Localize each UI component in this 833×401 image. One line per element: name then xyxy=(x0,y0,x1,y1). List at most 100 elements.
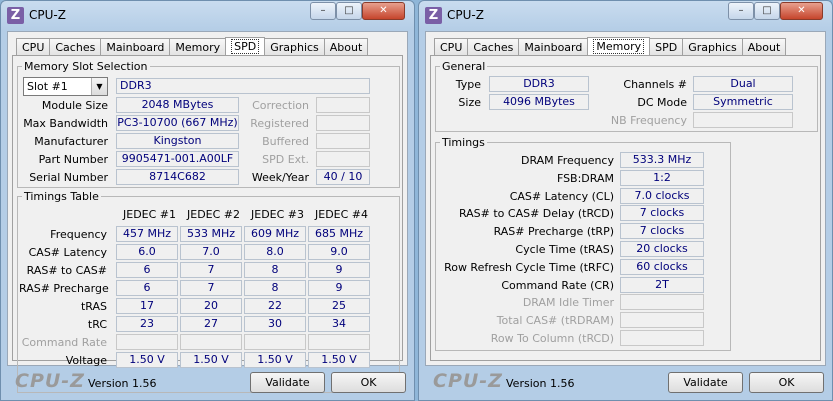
channels-value: Dual xyxy=(693,76,793,92)
timing-cell: 457 MHz xyxy=(116,226,178,242)
group-legend: General xyxy=(442,60,486,73)
timing-cell: 34 xyxy=(308,316,370,332)
tab-strip: CPU Caches Mainboard Memory SPD Graphics About xyxy=(434,37,787,56)
memory-type-value: DDR3 xyxy=(116,78,370,94)
window-title: CPU-Z xyxy=(29,8,66,22)
serial-number-value: 8714C682 xyxy=(116,169,239,185)
group-legend: Memory Slot Selection xyxy=(24,60,148,73)
ok-button[interactable]: OK xyxy=(749,372,824,393)
timing-cell: 20 xyxy=(180,298,242,314)
tab-memory[interactable]: Memory xyxy=(169,38,227,55)
group-legend: Timings Table xyxy=(24,190,99,203)
timing-cell: 25 xyxy=(308,298,370,314)
tab-spd[interactable]: SPD xyxy=(649,38,684,55)
timing-value: 533.3 MHz xyxy=(620,152,704,168)
timing-cell: 9 xyxy=(308,262,370,278)
timing-value: 60 clocks xyxy=(620,258,704,275)
timing-value: 7 clocks xyxy=(620,223,704,240)
tab-about[interactable]: About xyxy=(323,38,369,55)
chevron-down-icon[interactable]: ▼ xyxy=(91,78,107,95)
timing-cell: 7 xyxy=(180,262,242,278)
timing-value: 7.0 clocks xyxy=(620,187,704,204)
version-label: Version 1.56 xyxy=(88,377,157,390)
title-bar[interactable]: Z CPU-Z – □ ✕ xyxy=(419,1,832,31)
nb-frequency-label: NB Frequency xyxy=(610,114,687,127)
timing-value: 2T xyxy=(620,276,704,293)
type-value: DDR3 xyxy=(489,76,589,92)
timing-label: RAS# Precharge (tRP) xyxy=(493,225,614,239)
tab-graphics[interactable]: Graphics xyxy=(264,38,325,55)
title-bar[interactable]: Z CPU-Z – □ ✕ xyxy=(1,1,414,31)
jedec-column-header: JEDEC #2 xyxy=(187,208,241,221)
tab-label: CPU xyxy=(440,41,463,54)
timing-label: Row To Column (tRCD) xyxy=(490,332,614,345)
timing-row-label: Frequency xyxy=(50,228,107,241)
timing-value xyxy=(620,312,704,329)
timing-value xyxy=(620,330,704,346)
timing-label: RAS# to CAS# Delay (tRCD) xyxy=(458,207,614,221)
size-value: 4096 MBytes xyxy=(489,94,589,110)
validate-button[interactable]: Validate xyxy=(668,372,743,393)
tab-graphics[interactable]: Graphics xyxy=(682,38,743,55)
timing-cell: 22 xyxy=(244,298,306,314)
tab-spd[interactable]: SPD xyxy=(225,37,266,55)
maximize-button[interactable]: □ xyxy=(336,2,362,20)
week-year-value: 40 / 10 xyxy=(316,169,370,185)
timing-cell: 609 MHz xyxy=(244,226,306,242)
nb-frequency-value xyxy=(693,112,793,128)
jedec-column-header: JEDEC #3 xyxy=(251,208,305,221)
tab-cpu[interactable]: CPU xyxy=(434,38,469,55)
tab-cpu[interactable]: CPU xyxy=(16,38,51,55)
tab-memory[interactable]: Memory xyxy=(587,37,651,55)
maximize-button[interactable]: □ xyxy=(754,2,780,20)
timing-cell: 7 xyxy=(180,280,242,296)
timing-value: 7 clocks xyxy=(620,205,704,222)
timing-cell: 8.0 xyxy=(244,244,306,260)
minimize-button[interactable]: – xyxy=(728,2,754,20)
correction-label: Correction xyxy=(252,99,309,112)
spd-ext-label: SPD Ext. xyxy=(262,153,309,166)
timing-row-label: tRAS xyxy=(80,300,107,313)
tab-label: Graphics xyxy=(270,41,319,54)
tab-label: About xyxy=(747,41,781,54)
registered-label: Registered xyxy=(250,117,309,130)
slot-select[interactable]: Slot #1 ▼ xyxy=(23,77,108,96)
tab-mainboard[interactable]: Mainboard xyxy=(518,38,589,55)
close-button[interactable]: ✕ xyxy=(362,2,405,20)
tab-label: Caches xyxy=(55,41,96,54)
timing-label: Row Refresh Cycle Time (tRFC) xyxy=(444,260,614,274)
timing-row-label: CAS# Latency xyxy=(28,246,107,259)
cpuz-window-memory: Z CPU-Z – □ ✕ CPU Caches Mainboard Memory SP… xyxy=(418,0,833,401)
close-button[interactable]: ✕ xyxy=(780,2,823,20)
timing-label: Total CAS# (tRDRAM) xyxy=(496,314,614,328)
timing-value: 1:2 xyxy=(620,169,704,186)
timing-row-label: tRC xyxy=(87,318,107,331)
tab-caches[interactable]: Caches xyxy=(49,38,102,55)
jedec-column-header: JEDEC #4 xyxy=(315,208,369,221)
timing-cell: 8 xyxy=(244,262,306,278)
ok-button[interactable]: OK xyxy=(331,372,406,393)
timing-label: CAS# Latency (CL) xyxy=(509,189,614,203)
tab-about[interactable]: About xyxy=(741,38,787,55)
spd-tab-panel: Memory Slot Selection Slot #1 ▼ DDR3 Mod… xyxy=(12,55,403,393)
tab-label: Mainboard xyxy=(106,41,165,54)
tab-label: SPD xyxy=(655,41,678,54)
timing-cell: 6 xyxy=(116,262,178,278)
timing-cell: 9.0 xyxy=(308,244,370,260)
memory-tab-panel: General Type DDR3 Size 4096 MBytes Chann… xyxy=(430,55,821,361)
timing-cell: 23 xyxy=(116,316,178,332)
cpuz-app-icon: Z xyxy=(7,7,24,24)
timing-label: DRAM Frequency xyxy=(520,154,614,167)
timing-value xyxy=(620,294,704,311)
tab-label: Graphics xyxy=(688,41,737,54)
module-size-label: Module Size xyxy=(41,99,108,112)
tab-label: Caches xyxy=(473,41,514,54)
tab-mainboard[interactable]: Mainboard xyxy=(100,38,171,55)
jedec-column-header: JEDEC #1 xyxy=(123,208,177,221)
minimize-button[interactable]: – xyxy=(310,2,336,20)
validate-button[interactable]: Validate xyxy=(250,372,325,393)
timing-cell xyxy=(180,334,242,350)
client-area: CPU Caches Mainboard Memory SPD Graphics About… xyxy=(7,31,408,393)
correction-value xyxy=(316,97,370,113)
tab-caches[interactable]: Caches xyxy=(467,38,520,55)
